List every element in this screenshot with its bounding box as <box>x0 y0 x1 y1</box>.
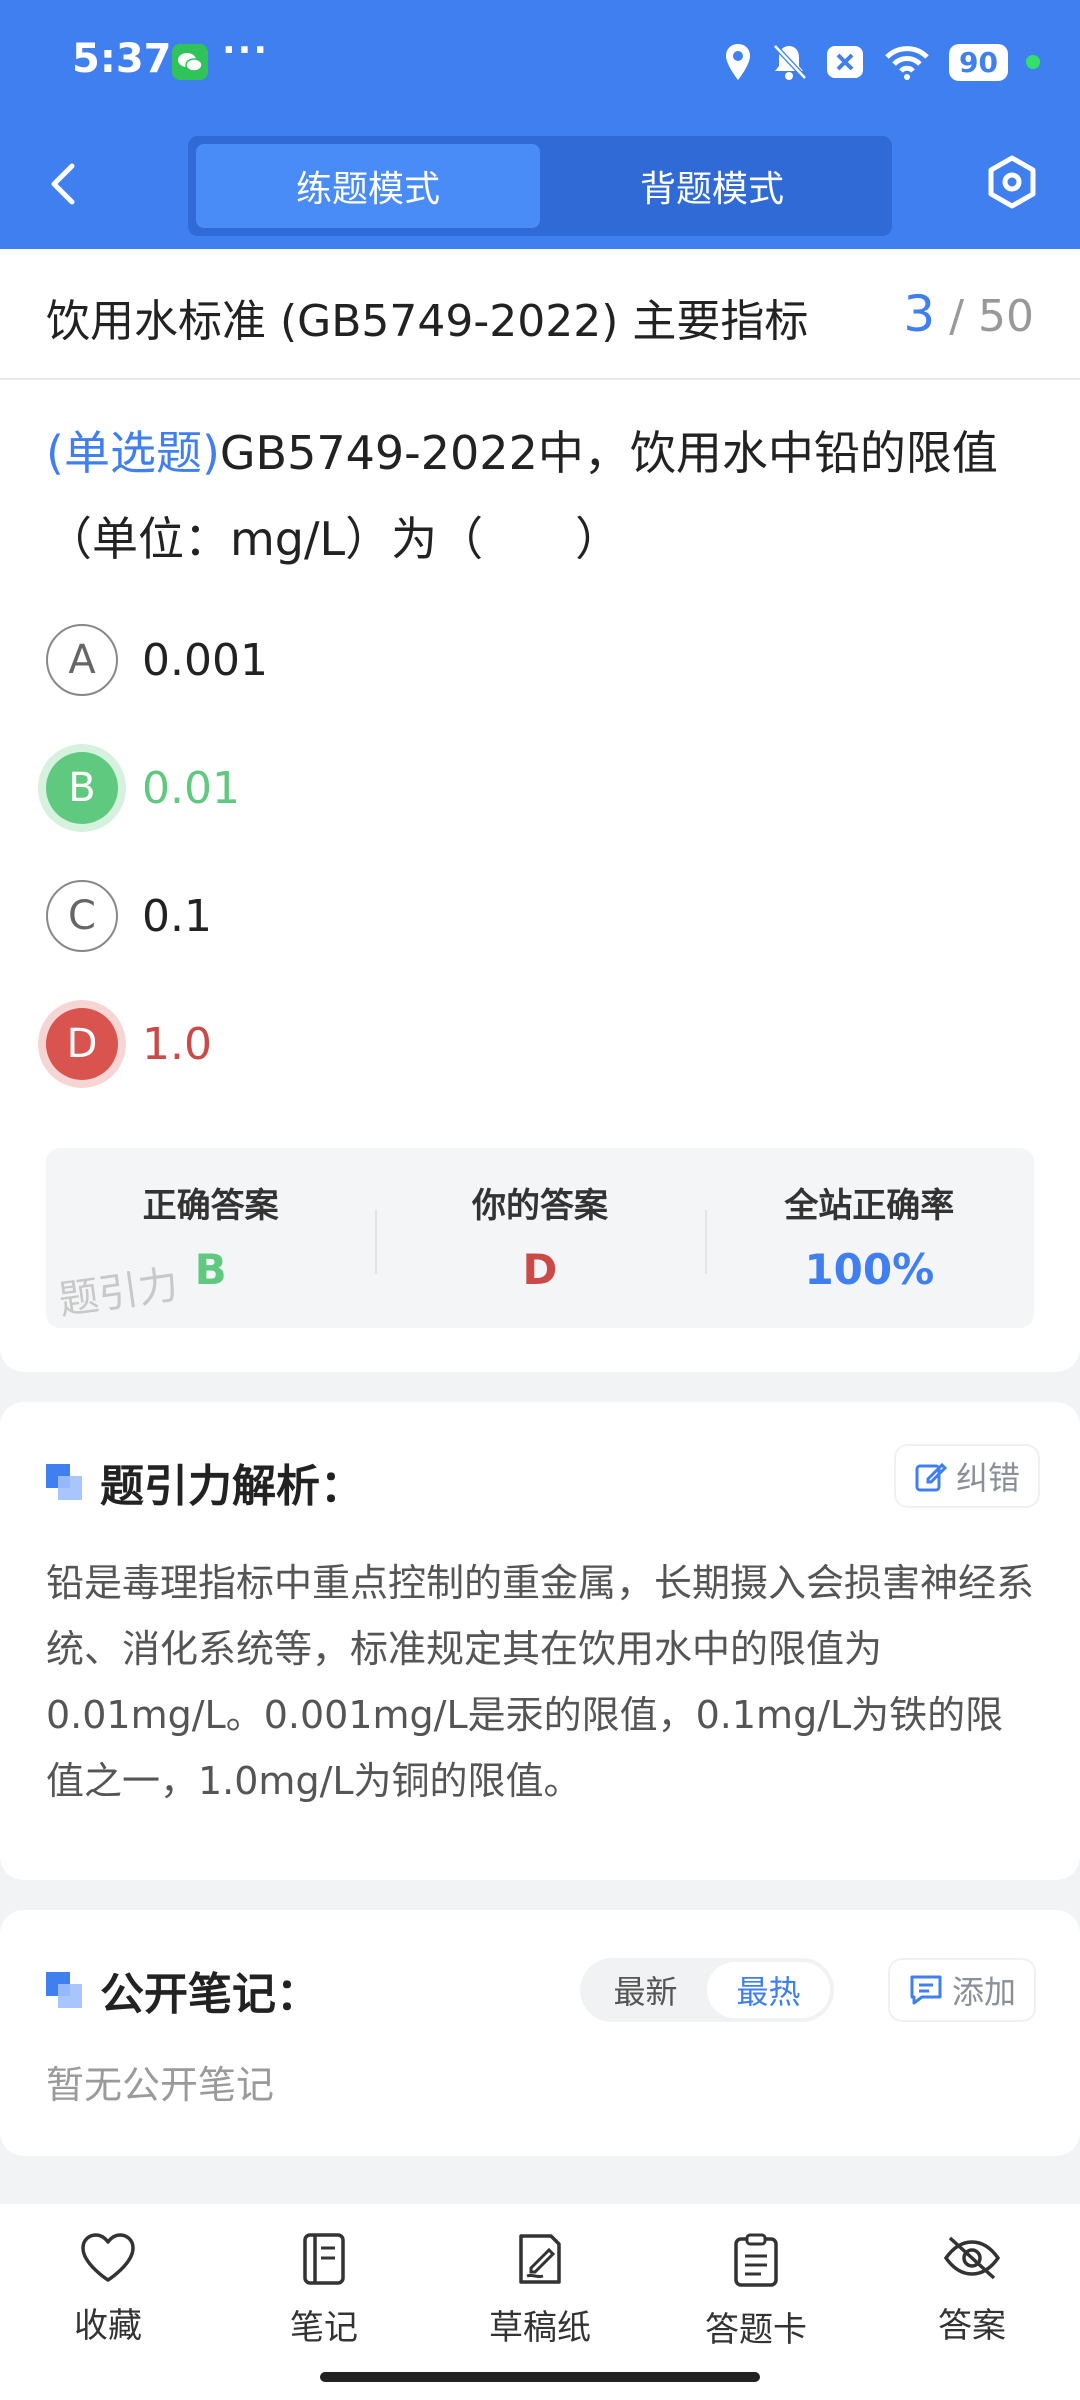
correct-answer-label: 正确答案 <box>142 1186 279 1226</box>
more-notifications-icon: ··· <box>222 30 270 71</box>
site-accuracy-label: 全站正确率 <box>784 1186 955 1226</box>
notification-x-icon <box>827 46 864 78</box>
nav-answer-card-label: 答题卡 <box>705 2310 807 2350</box>
top-bar: 5:37 ··· 90 练题模式 背题模式 <box>0 0 1080 249</box>
option-d[interactable]: D 1.0 <box>46 1006 212 1082</box>
analysis-text: 铅是毒理指标中重点控制的重金属，长期摄入会损害神经系统、消化系统等，标准规定其在… <box>46 1561 1035 1803</box>
nav-notes-label: 笔记 <box>290 2308 358 2348</box>
location-icon <box>726 44 751 80</box>
total-questions: / 50 <box>949 291 1034 342</box>
option-text: 0.001 <box>142 634 268 686</box>
option-letter: A <box>46 624 118 696</box>
nav-answer-label: 答案 <box>938 2306 1006 2346</box>
mode-switch: 练题模式 背题模式 <box>188 136 892 236</box>
eye-off-icon <box>943 2236 1001 2280</box>
option-letter-correct: B <box>46 752 118 824</box>
your-answer-stat: 你的答案 D <box>375 1148 704 1328</box>
report-error-button[interactable]: 纠错 <box>896 1446 1039 1506</box>
nav-favorite-label: 收藏 <box>74 2306 142 2346</box>
notes-sort-toggle: 最新 最热 <box>580 1958 834 2022</box>
option-letter: C <box>46 880 118 952</box>
report-error-label: 纠错 <box>956 1459 1021 1497</box>
draft-icon <box>519 2234 561 2284</box>
answer-result-panel: 正确答案 B 你的答案 D 全站正确率 100% 题引力 <box>46 1148 1034 1328</box>
option-text: 0.1 <box>142 890 212 942</box>
question-counter[interactable]: 3 / 50 <box>903 285 1034 343</box>
question-header: 饮用水标准 (GB5749-2022) 主要指标 3 / 50 <box>0 249 1080 380</box>
nav-notes[interactable]: 笔记 <box>216 2204 432 2400</box>
section-square-icon <box>46 1972 82 2008</box>
nav-answer-card[interactable]: 答题卡 <box>648 2204 864 2400</box>
option-letter-wrong: D <box>46 1008 118 1080</box>
status-icons: 90 <box>723 40 1040 84</box>
site-accuracy-value: 100% <box>804 1245 935 1294</box>
question-text: (单选题)GB5749-2022中，饮用水中铅的限值（单位：mg/L）为（ ） <box>46 410 1036 582</box>
heart-icon <box>81 2233 135 2282</box>
back-arrow-icon[interactable] <box>44 160 80 208</box>
sort-latest[interactable]: 最新 <box>584 1962 707 2018</box>
nav-draft-label: 草稿纸 <box>489 2308 591 2348</box>
correct-answer-value: B <box>194 1245 227 1294</box>
add-note-button[interactable]: 添加 <box>890 1960 1035 2020</box>
current-question-number: 3 <box>903 285 936 343</box>
option-b[interactable]: B 0.01 <box>46 750 240 826</box>
comment-add-icon <box>910 1975 942 2005</box>
active-indicator-dot <box>1026 55 1040 69</box>
analysis-header: 题引力解析： <box>46 1450 364 1514</box>
edit-icon <box>915 1462 948 1492</box>
tab-memorize-mode[interactable]: 背题模式 <box>540 144 884 228</box>
section-square-icon <box>46 1464 82 1500</box>
public-notes-card: 公开笔记： 最新 最热 添加 暂无公开笔记 <box>0 1910 1080 2156</box>
option-c[interactable]: C 0.1 <box>46 878 212 954</box>
question-set-title: 饮用水标准 (GB5749-2022) 主要指标 <box>46 296 809 347</box>
option-text: 1.0 <box>142 1018 212 1070</box>
wifi-icon <box>885 46 929 80</box>
tab-practice-mode[interactable]: 练题模式 <box>196 144 540 228</box>
status-bar: 5:37 ··· 90 <box>0 0 1080 124</box>
battery-indicator: 90 <box>949 43 1008 81</box>
option-a[interactable]: A 0.001 <box>46 622 268 698</box>
bottom-nav: 收藏 笔记 草稿纸 答题卡 答案 <box>0 2204 1080 2400</box>
wechat-icon <box>172 44 208 80</box>
question-card: (单选题)GB5749-2022中，饮用水中铅的限值（单位：mg/L）为（ ） … <box>0 380 1080 1372</box>
option-text: 0.01 <box>142 762 240 814</box>
notes-header: 公开笔记： <box>46 1958 320 2022</box>
settings-hexagon-icon[interactable] <box>984 154 1040 210</box>
home-indicator <box>320 2372 760 2382</box>
nav-draft[interactable]: 草稿纸 <box>432 2204 648 2400</box>
add-note-label: 添加 <box>952 1973 1017 2011</box>
notebook-icon <box>303 2233 345 2285</box>
site-accuracy-stat: 全站正确率 100% <box>704 1148 1034 1328</box>
analysis-card: 题引力解析： 纠错 铅是毒理指标中重点控制的重金属，长期摄入会损害神经系统、消化… <box>0 1402 1080 1880</box>
your-answer-value: D <box>522 1245 558 1294</box>
answer-card-icon <box>734 2233 778 2287</box>
question-type: (单选题) <box>46 426 220 480</box>
notes-title: 公开笔记： <box>100 1969 320 2020</box>
status-time: 5:37 <box>72 36 172 82</box>
no-notes-message: 暂无公开笔记 <box>46 2063 275 2107</box>
analysis-title: 题引力解析： <box>100 1461 364 1512</box>
mute-bell-icon <box>773 44 807 80</box>
nav-answer[interactable]: 答案 <box>864 2204 1080 2400</box>
nav-favorite[interactable]: 收藏 <box>0 2204 216 2400</box>
sort-hottest[interactable]: 最热 <box>707 1962 830 2018</box>
your-answer-label: 你的答案 <box>471 1186 608 1226</box>
